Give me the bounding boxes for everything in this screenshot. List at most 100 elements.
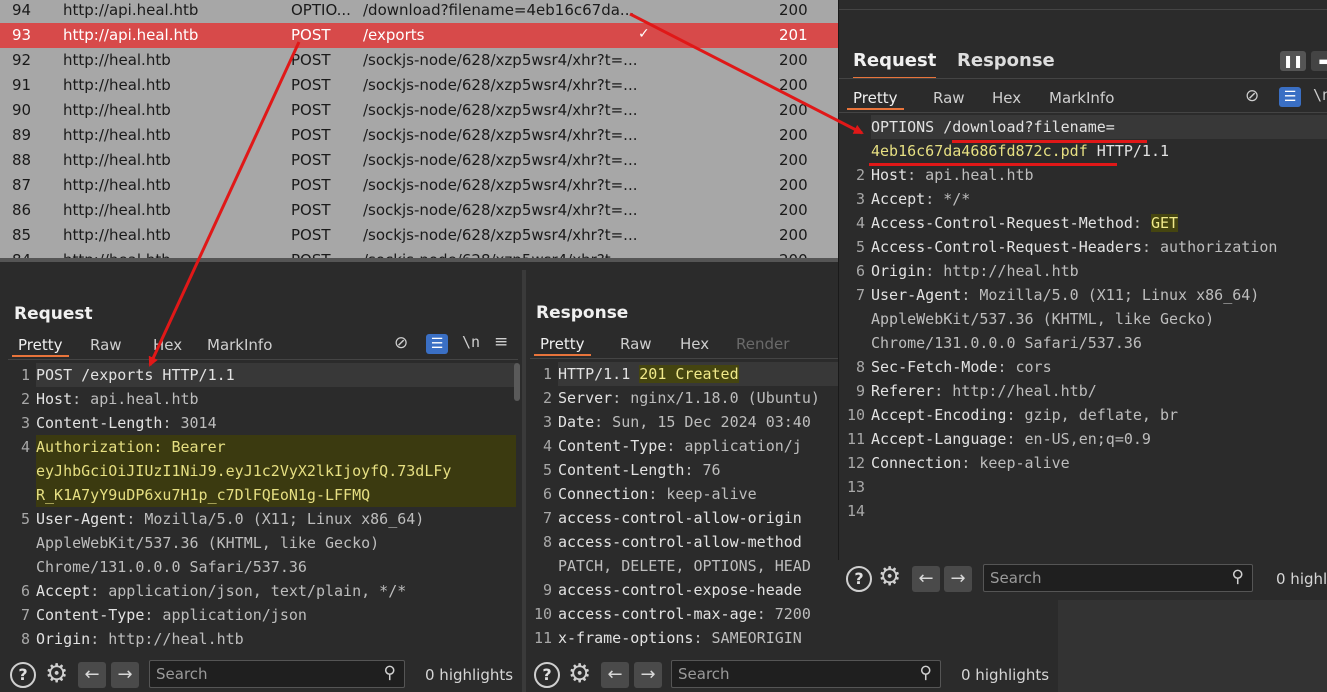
header-name: access-control-expose-heade bbox=[558, 581, 802, 599]
code-line: Content-Type: application/j bbox=[558, 434, 802, 458]
history-row[interactable]: 94 http://api.heal.htb OPTIO... /download?f… bbox=[0, 0, 838, 23]
repeater-request-editor[interactable]: OPTIONS /download?filename= 4eb16c67da468… bbox=[843, 115, 1327, 535]
history-row[interactable]: 86 http://heal.htb POST/sockjs-node/628/xz… bbox=[0, 198, 838, 223]
response-editor[interactable]: 1 HTTP/1.1 201 Created 2 Server: nginx/1.18… bbox=[530, 362, 838, 652]
history-row[interactable]: 85 http://heal.htb POST/sockjs-node/628/xz… bbox=[0, 223, 838, 248]
history-row[interactable]: 93 http://api.heal.htb POST/exports ✓ 201 bbox=[0, 23, 838, 48]
settings-gear-icon[interactable]: ⚙ bbox=[878, 563, 901, 591]
tab-pretty[interactable]: Pretty bbox=[534, 332, 591, 356]
previous-match-button[interactable]: ← bbox=[601, 662, 629, 688]
search-icon[interactable]: ⚲ bbox=[920, 663, 932, 683]
row-number: 86 bbox=[12, 201, 32, 219]
line-number: 3 bbox=[542, 413, 552, 431]
highlights-count: 0 highlights bbox=[425, 666, 514, 684]
tab-raw[interactable]: Raw bbox=[927, 86, 971, 110]
tab-separator bbox=[530, 358, 838, 359]
search-box[interactable]: ⚲ bbox=[671, 660, 941, 688]
tab-hex[interactable]: Hex bbox=[147, 333, 188, 357]
row-url: /sockjs-node/628/xzp5wsr4/xhr?t=... bbox=[363, 176, 638, 194]
next-match-button[interactable]: → bbox=[111, 662, 139, 688]
request-vertical-scrollbar[interactable] bbox=[514, 363, 520, 401]
wrap-lines-icon[interactable]: ☰ bbox=[426, 334, 448, 354]
header-value: : Bearer bbox=[153, 438, 226, 456]
search-box[interactable]: ⚲ bbox=[983, 564, 1253, 592]
newline-toggle-icon[interactable]: \n bbox=[1313, 86, 1327, 104]
line-number: 8 bbox=[855, 358, 865, 376]
line-number: 4 bbox=[855, 214, 865, 232]
header-name: Accept-Encoding bbox=[871, 406, 1007, 424]
line-number: 10 bbox=[846, 406, 865, 424]
search-icon[interactable]: ⚲ bbox=[384, 663, 396, 683]
line-number: 11 bbox=[533, 629, 552, 647]
row-host: http://heal.htb bbox=[63, 126, 171, 144]
tab-pretty[interactable]: Pretty bbox=[847, 86, 904, 110]
help-icon[interactable]: ? bbox=[846, 566, 872, 592]
help-icon[interactable]: ? bbox=[534, 662, 560, 688]
line-number: 11 bbox=[846, 430, 865, 448]
tab-render[interactable]: Render bbox=[730, 332, 795, 356]
settings-gear-icon[interactable]: ⚙ bbox=[568, 660, 591, 688]
settings-gear-icon[interactable]: ⚙ bbox=[45, 660, 68, 688]
previous-match-button[interactable]: ← bbox=[912, 566, 940, 592]
code-line: AppleWebKit/537.36 (KHTML, like Gecko) bbox=[871, 307, 1214, 331]
previous-match-button[interactable]: ← bbox=[78, 662, 106, 688]
newline-toggle-icon[interactable]: \n bbox=[462, 333, 480, 351]
line-number: 10 bbox=[533, 605, 552, 623]
row-host: http://heal.htb bbox=[63, 201, 171, 219]
header-value: : cors bbox=[997, 358, 1052, 376]
header-value: : SAMEORIGIN bbox=[693, 629, 802, 647]
header-value: AppleWebKit/537.36 (KHTML, like Gecko) bbox=[871, 310, 1215, 328]
history-row[interactable]: 87 http://heal.htb POST/sockjs-node/628/xz… bbox=[0, 173, 838, 198]
http-history-table[interactable]: 94 http://api.heal.htb OPTIO... /download?f… bbox=[0, 0, 838, 262]
row-method: POST bbox=[291, 151, 331, 169]
request-editor[interactable]: 1 POST /exports HTTP/1.1 2 Host: api.heal.h… bbox=[8, 363, 516, 653]
history-row[interactable]: 89 http://heal.htb POST/sockjs-node/628/xz… bbox=[0, 123, 838, 148]
code-line: Accept-Language: en-US,en;q=0.9 bbox=[871, 427, 1151, 451]
header-value: : keep-alive bbox=[961, 454, 1070, 472]
search-input[interactable] bbox=[678, 664, 906, 684]
row-method: POST bbox=[291, 226, 331, 244]
header-name: HTTP/1.1 bbox=[1087, 142, 1170, 160]
menu-icon[interactable]: ≡ bbox=[494, 332, 508, 352]
search-input[interactable] bbox=[156, 664, 370, 684]
history-row[interactable]: 91 http://heal.htb POST/sockjs-node/628/xz… bbox=[0, 73, 838, 98]
row-number: 90 bbox=[12, 101, 32, 119]
hide-nonprintable-icon[interactable]: ⊘ bbox=[1245, 86, 1259, 106]
request-search-bar: ? ⚙ ← → ⚲ 0 highlights bbox=[0, 656, 522, 692]
horizontal-layout-icon[interactable]: ▬ bbox=[1311, 51, 1327, 71]
history-row[interactable]: 88 http://heal.htb POST/sockjs-node/628/xz… bbox=[0, 148, 838, 173]
wrap-lines-icon[interactable]: ☰ bbox=[1279, 87, 1301, 107]
row-number: 89 bbox=[12, 126, 32, 144]
tab-markinfo[interactable]: MarkInfo bbox=[1043, 86, 1120, 110]
header-value: : 76 bbox=[684, 461, 721, 479]
line-number: 3 bbox=[855, 190, 865, 208]
next-match-button[interactable]: → bbox=[634, 662, 662, 688]
search-box[interactable]: ⚲ bbox=[149, 660, 405, 688]
tab-markinfo[interactable]: MarkInfo bbox=[201, 333, 278, 357]
tab-separator bbox=[8, 359, 518, 360]
tab-raw[interactable]: Raw bbox=[84, 333, 128, 357]
hide-nonprintable-icon[interactable]: ⊘ bbox=[394, 333, 408, 353]
history-row[interactable]: 92 http://heal.htb POST/sockjs-node/628/xz… bbox=[0, 48, 838, 73]
tab-response[interactable]: Response bbox=[957, 50, 1055, 71]
tab-raw[interactable]: Raw bbox=[614, 332, 658, 356]
help-icon[interactable]: ? bbox=[10, 662, 36, 688]
line-number: 14 bbox=[846, 502, 865, 520]
line-number: 1 bbox=[20, 366, 30, 384]
tab-hex[interactable]: Hex bbox=[986, 86, 1027, 110]
tab-hex[interactable]: Hex bbox=[674, 332, 715, 356]
split-layout-icon[interactable]: ❚❚ bbox=[1280, 51, 1306, 71]
code-line: access-control-allow-origin bbox=[558, 506, 802, 530]
search-input[interactable] bbox=[990, 568, 1218, 588]
next-match-button[interactable]: → bbox=[944, 566, 972, 592]
tab-request[interactable]: Request bbox=[853, 50, 937, 79]
repeater-search-bar: ? ⚙ ← → ⚲ 0 highli bbox=[838, 560, 1327, 600]
row-host: http://heal.htb bbox=[63, 101, 171, 119]
tab-pretty[interactable]: Pretty bbox=[12, 333, 69, 357]
row-host: http://api.heal.htb bbox=[63, 1, 199, 19]
search-icon[interactable]: ⚲ bbox=[1232, 567, 1244, 587]
history-row[interactable]: 90 http://heal.htb POST/sockjs-node/628/xz… bbox=[0, 98, 838, 123]
line-number: 9 bbox=[542, 581, 552, 599]
header-name: Host bbox=[36, 390, 73, 408]
line-number: 1 bbox=[542, 365, 552, 383]
